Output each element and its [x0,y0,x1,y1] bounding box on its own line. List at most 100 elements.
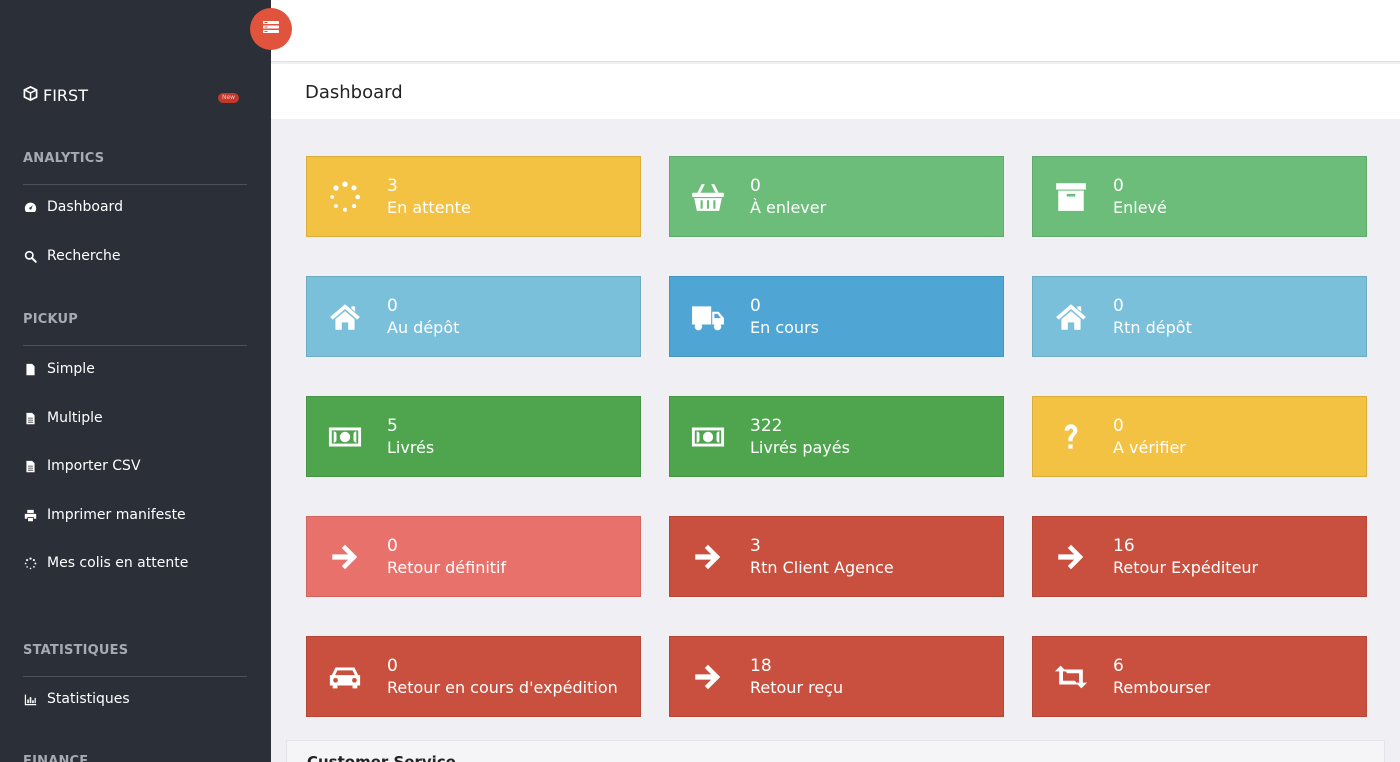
tile-livres-payes[interactable]: 322 Livrés payés [669,396,1004,477]
tile-rembourser[interactable]: 6 Rembourser [1032,636,1367,717]
sidebar-item-label: Mes colis en attente [47,555,189,571]
customer-service-panel: Customer Service [286,740,1385,762]
page-title: Dashboard [305,82,403,103]
tile-value: 0 [387,655,398,676]
cube-icon [23,85,38,105]
sidebar-item-simple[interactable]: Simple [23,361,95,377]
section-title-analytics: ANALYTICS [23,151,105,166]
tile-value: 0 [387,295,398,316]
sidebar-item-label: Importer CSV [47,458,141,474]
tile-value: 18 [750,655,772,676]
tile-label: Livrés [387,437,435,457]
tile-label: En attente [387,197,471,217]
sidebar-item-label: Recherche [47,248,121,264]
tile-label: Retour reçu [750,677,844,697]
tile-livres[interactable]: 5 Livrés [306,396,641,477]
tile-value: 16 [1113,535,1135,556]
file-text-icon [23,459,37,473]
menu-toggle-icon [261,17,281,41]
section-title-statistiques: STATISTIQUES [23,643,129,658]
sidebar-brand[interactable]: FIRST [23,85,88,105]
tile-retour-expediteur[interactable]: 16 Retour Expéditeur [1032,516,1367,597]
spinner-icon [23,556,37,570]
sidebar-item-mes-colis-en-attente[interactable]: Mes colis en attente [23,555,188,571]
tile-label: Retour Expéditeur [1113,557,1259,577]
brand-label: FIRST [43,86,88,105]
sidebar-item-multiple[interactable]: Multiple [23,410,103,426]
tile-a-verifier[interactable]: 0A vérifier [1032,396,1367,477]
tile-en-cours[interactable]: 0 En cours [669,276,1004,357]
sidebar-item-label: Dashboard [47,199,123,215]
tile-value: 0 [1113,415,1124,436]
tile-rtn-depot[interactable]: 0 Rtn dépôt [1032,276,1367,357]
file-text-icon [23,411,37,425]
tile-au-depot[interactable]: 0 Au dépôt [306,276,641,357]
tile-label: A vérifier [1113,437,1186,457]
customer-service-title: Customer Service [307,753,456,762]
bar-chart-icon [23,692,37,706]
section-divider [23,676,247,677]
sidebar-item-statistiques[interactable]: Statistiques [23,691,130,707]
tile-value: 6 [1113,655,1124,676]
question-icon [1051,417,1091,457]
tile-label: Rtn Client Agence [750,557,894,577]
tile-value: 3 [750,535,761,556]
home-icon [325,297,365,337]
sidebar-item-recherche[interactable]: Recherche [23,248,121,264]
sidebar-item-label: Multiple [47,410,103,426]
money-icon [325,417,365,457]
sidebar-item-dashboard[interactable]: Dashboard [23,199,123,215]
new-badge: New [218,93,240,103]
sidebar-toggle-button[interactable] [250,8,292,50]
top-bar [271,0,1400,62]
tile-value: 0 [387,535,398,556]
tile-label: Au dépôt [387,317,460,337]
tile-value: 0 [1113,175,1124,196]
section-title-finance: FINANCE [23,754,89,762]
search-icon [23,249,37,263]
tile-value: 3 [387,175,398,196]
sidebar: FIRST New ANALYTICS Dashboard Recherche … [0,0,271,762]
sidebar-item-label: Statistiques [47,691,130,707]
arrow-right-icon [1051,537,1091,577]
sidebar-item-label: Simple [47,361,95,377]
tile-rtn-client-agence[interactable]: 3 Rtn Client Agence [669,516,1004,597]
tile-label: À enlever [750,197,827,217]
section-divider [23,184,247,185]
truck-icon [688,297,728,337]
section-title-pickup: PICKUP [23,312,79,327]
tile-retour-recu[interactable]: 18 Retour reçu [669,636,1004,717]
tachometer-icon [23,200,37,214]
tile-label: Livrés payés [750,437,850,457]
tile-value: 0 [1113,295,1124,316]
tile-value: 0 [750,295,761,316]
print-icon [23,508,37,522]
sidebar-item-imprimer-manifeste[interactable]: Imprimer manifeste [23,507,186,523]
archive-icon [1051,177,1091,217]
tile-a-enlever[interactable]: 0À enlever [669,156,1004,237]
tile-value: 0 [750,175,761,196]
car-icon [325,657,365,697]
sidebar-item-importer-csv[interactable]: Importer CSV [23,458,141,474]
section-divider [23,345,247,346]
page-header: Dashboard [271,64,1400,119]
spinner-icon [325,177,365,217]
file-icon [23,362,37,376]
tile-en-attente[interactable]: 3 En attente [306,156,641,237]
arrow-right-icon [688,657,728,697]
tile-label: Retour en cours d'expédition [387,677,618,697]
basket-icon [688,177,728,217]
tile-retour-definitif[interactable]: 0 Retour définitif [306,516,641,597]
tile-label: Rtn dépôt [1113,317,1192,337]
arrow-right-icon [325,537,365,577]
tile-label: Retour définitif [387,557,507,577]
retweet-icon [1051,657,1091,697]
tile-label: Enlevé [1113,197,1167,217]
tile-retour-en-cours-expedition[interactable]: 0 Retour en cours d'expédition [306,636,641,717]
tile-enleve[interactable]: 0 Enlevé [1032,156,1367,237]
tile-label: Rembourser [1113,677,1211,697]
sidebar-item-label: Imprimer manifeste [47,507,186,523]
dashboard-content: 3 En attente 0À enlever 0 Enlevé 0 Au dépôt… [271,119,1400,762]
arrow-right-icon [688,537,728,577]
home-icon [1051,297,1091,337]
